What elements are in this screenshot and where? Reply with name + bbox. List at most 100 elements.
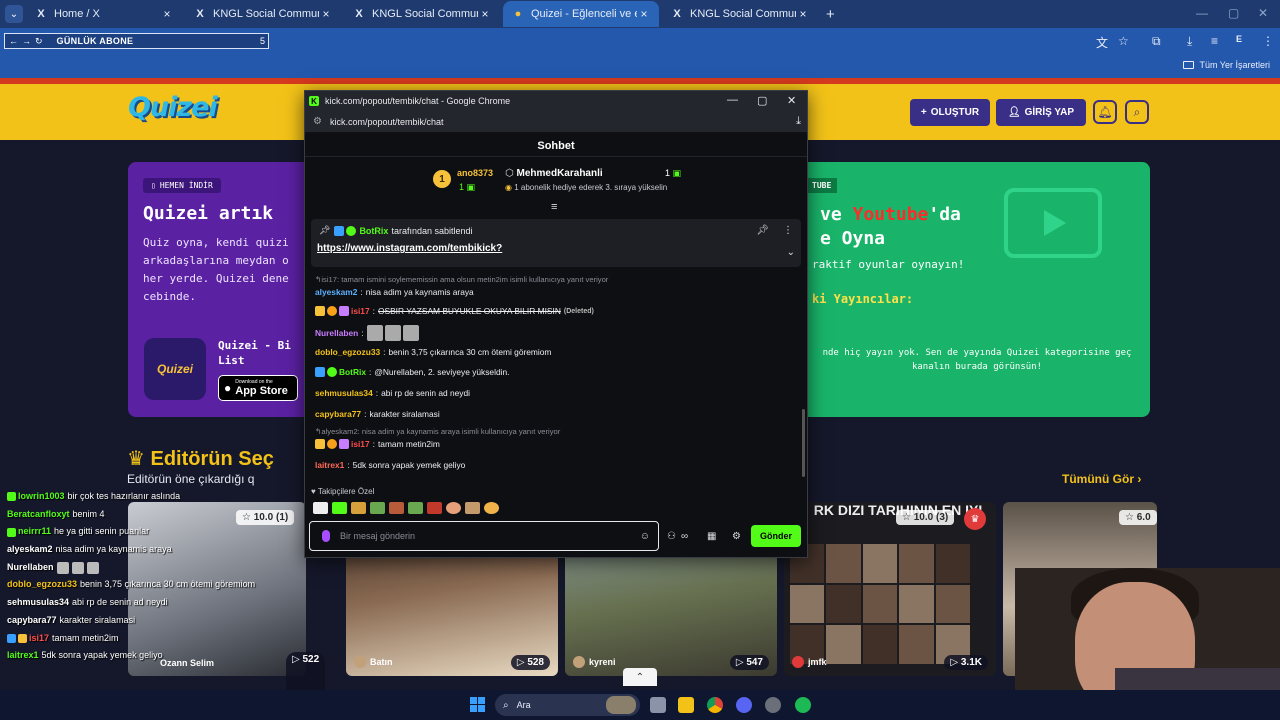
bell-icon[interactable]: 🔔︎ xyxy=(1093,100,1117,124)
quizei-logo[interactable]: Quizei xyxy=(128,92,218,123)
chat-user[interactable]: laitrex1 xyxy=(315,460,344,470)
chat-input-box[interactable]: ☺ xyxy=(309,521,659,551)
spotify-icon[interactable] xyxy=(795,697,811,713)
close-icon[interactable]: × xyxy=(319,7,333,21)
gift-prompt: ◉ 1 abonelik hediye ederek 3. sıraya yük… xyxy=(505,183,667,192)
media-icon[interactable]: ≡ xyxy=(1211,34,1218,48)
chat-user[interactable]: alyeskam2 xyxy=(315,287,357,297)
chevron-down-icon[interactable]: ⌄ xyxy=(787,247,795,258)
banner-title: Quizei artık xyxy=(143,203,274,224)
reload-icon[interactable]: ↻ xyxy=(35,36,43,47)
obs-icon[interactable] xyxy=(765,697,781,713)
more-options-icon[interactable]: ⋮ xyxy=(783,225,793,236)
emote-icon[interactable] xyxy=(351,502,366,514)
avatar xyxy=(354,656,366,668)
menu-dots-icon[interactable]: ⋮ xyxy=(1262,34,1274,48)
quiz-card[interactable]: RK DIZI TARIHININ EN IYI ☆ 10.0 (3) ♛ jm… xyxy=(784,502,996,676)
profile-icon[interactable]: E xyxy=(1236,34,1242,44)
window-close-icon[interactable]: ✕ xyxy=(1258,6,1268,20)
discord-icon[interactable] xyxy=(736,697,752,713)
login-button[interactable]: 👤︎ GİRİŞ YAP xyxy=(996,99,1086,126)
site-info-icon[interactable]: ⚙ xyxy=(313,116,322,127)
back-icon[interactable]: ← xyxy=(9,36,18,46)
translate-icon[interactable]: 文 xyxy=(1096,34,1108,51)
pinned-message: 📌︎ BotRix tarafından sabitlendi https://… xyxy=(311,219,801,267)
gift-icon[interactable]: ▦ xyxy=(707,531,716,542)
send-button[interactable]: Gönder xyxy=(751,525,801,547)
chat-user[interactable]: doblo_egzozu33 xyxy=(315,347,380,357)
emote-icon[interactable] xyxy=(465,502,480,514)
extensions-icon[interactable]: ⧉ xyxy=(1152,34,1161,49)
close-icon[interactable]: × xyxy=(796,7,810,21)
overlay-text: he ya gitti senin puanlar xyxy=(54,526,150,537)
rating-value: 6.0 xyxy=(1136,512,1151,523)
popup-url-bar[interactable]: ⚙ kick.com/popout/tembik/chat ⤓ xyxy=(305,111,807,133)
emote-icon[interactable] xyxy=(370,502,385,514)
tab-search-chevron-icon[interactable]: ⌄ xyxy=(5,5,23,23)
settings-gear-icon[interactable]: ⚙ xyxy=(732,531,741,542)
task-view-icon[interactable] xyxy=(650,697,666,713)
download-icon[interactable]: ⤓ xyxy=(796,115,801,128)
chat-user[interactable]: capybara77 xyxy=(315,409,361,419)
chat-user[interactable]: BotRix xyxy=(339,367,366,377)
card-author: jmfk xyxy=(808,657,827,667)
all-bookmarks-folder[interactable]: Tüm Yer İşaretleri xyxy=(1183,60,1270,70)
see-all-link[interactable]: Tümünü Gör › xyxy=(1062,472,1141,486)
maximize-icon[interactable]: ▢ xyxy=(1228,6,1239,20)
overlay-chat-row: neirrr11 he ya gitti senin puanlar xyxy=(0,523,300,541)
minimize-icon[interactable]: — xyxy=(1196,6,1208,20)
gift-prompt-text: 1 abonelik hediye ederek 3. sıraya yükse… xyxy=(514,183,668,192)
unpin-icon[interactable]: 📌︎ xyxy=(756,225,769,236)
minimize-icon[interactable]: — xyxy=(727,94,738,106)
emote-icon[interactable] xyxy=(446,502,461,514)
chat-scrollbar[interactable] xyxy=(802,409,805,477)
chevron-right-icon: › xyxy=(1137,472,1142,486)
taskbar-search[interactable]: ⌕ Ara xyxy=(495,694,640,716)
maximize-icon[interactable]: ▢ xyxy=(757,94,767,107)
mic-icon[interactable] xyxy=(322,530,330,542)
app-store-button[interactable]: ● Download on the App Store xyxy=(218,375,298,401)
header-stripe xyxy=(0,78,1280,84)
close-icon[interactable]: × xyxy=(637,7,651,21)
chrome-icon[interactable] xyxy=(707,697,723,713)
close-icon[interactable]: × xyxy=(478,7,492,21)
bookmark-star-icon[interactable]: ☆ xyxy=(1118,34,1129,48)
close-icon[interactable]: ✕ xyxy=(787,94,796,107)
forward-icon[interactable]: → xyxy=(22,36,31,46)
create-button[interactable]: + OLUŞTUR xyxy=(910,99,990,126)
editors-picks-title: ♛ Editörün Seç xyxy=(127,446,274,471)
pinned-link[interactable]: https://www.instagram.com/tembikick? xyxy=(317,243,502,254)
chat-user[interactable]: isi17 xyxy=(351,306,370,316)
infinity-icon[interactable]: ∞ xyxy=(681,531,688,542)
emoji-icon[interactable]: ☺ xyxy=(640,531,650,542)
new-tab-plus-icon[interactable]: + xyxy=(826,6,835,23)
collapse-menu-icon[interactable]: ≡ xyxy=(551,201,557,213)
scroll-up-chevron-icon[interactable]: ⌃ xyxy=(623,668,657,686)
download-icon[interactable]: ⤓ xyxy=(1187,34,1192,49)
tab-kngl-1[interactable]: X KNGL Social Community / X × xyxy=(185,1,341,27)
tab-quizei[interactable]: ● Quizei - Eğlenceli ve etkileşimli × xyxy=(503,1,659,27)
windows-start-icon[interactable] xyxy=(470,697,485,712)
search-icon[interactable]: ⌕ xyxy=(1125,100,1149,124)
emote-icon[interactable] xyxy=(427,502,442,514)
popup-url: kick.com/popout/tembik/chat xyxy=(329,116,444,127)
title-part: 'da xyxy=(928,204,961,225)
tab-kngl-3[interactable]: X KNGL Social Community / X × xyxy=(662,1,818,27)
chat-user[interactable]: sehmusulas34 xyxy=(315,388,373,398)
play-count: ▷ 3.1K xyxy=(944,655,988,670)
users-icon[interactable]: ⚇ xyxy=(667,531,676,542)
address-bar[interactable]: ← → ↻ GÜNLÜK ABONE 5 xyxy=(4,33,269,49)
tab-home-x[interactable]: X Home / X × xyxy=(26,1,182,27)
emote-icon[interactable] xyxy=(313,502,328,514)
emote-icon[interactable] xyxy=(484,502,499,514)
file-explorer-icon[interactable] xyxy=(678,697,694,713)
close-icon[interactable]: × xyxy=(160,7,174,21)
badge-icon xyxy=(7,527,16,537)
emote-icon[interactable] xyxy=(408,502,423,514)
emote-icon[interactable] xyxy=(389,502,404,514)
tab-kngl-2[interactable]: X KNGL Social Community / X × xyxy=(344,1,500,27)
chat-user[interactable]: Nurellaben xyxy=(315,328,358,338)
emote-icon[interactable] xyxy=(332,502,347,514)
chat-message-input[interactable] xyxy=(340,531,640,541)
chat-user[interactable]: isi17 xyxy=(351,439,370,449)
